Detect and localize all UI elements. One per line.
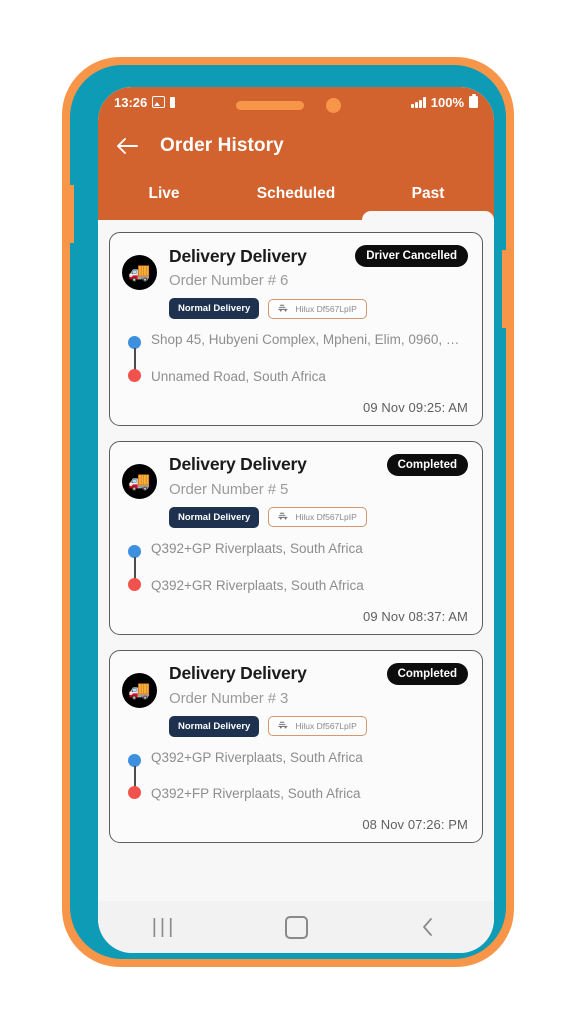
phone-body: 13:26 100% Order History Live Scheduled … (64, 65, 512, 959)
screenshot-icon (152, 96, 166, 108)
order-number: Order Number # 6 (169, 272, 289, 289)
route-line (133, 348, 136, 370)
order-title: Delivery Delivery (169, 663, 307, 683)
sim-icon (170, 96, 176, 108)
power-button[interactable] (502, 250, 512, 328)
pickup-address: Shop 45, Hubyeni Complex, Mpheni, Elim, … (151, 332, 468, 347)
vehicle-label: Hilux Df567LpIP (295, 512, 357, 523)
route-rail (128, 544, 142, 591)
truck-side-icon (278, 721, 289, 731)
phone-notch (200, 92, 376, 118)
order-chips: Normal Delivery Hilux Df567LpIP (169, 506, 468, 528)
vehicle-label: Hilux Df567LpIP (295, 721, 357, 731)
order-card-top: 🚚 Delivery Delivery Completed Order Numb… (122, 662, 468, 737)
order-card-top: 🚚 Delivery Delivery Completed Order Numb… (122, 453, 468, 528)
order-card[interactable]: 🚚 Delivery Delivery Driver Cancelled Ord… (109, 232, 483, 426)
order-title-line: Delivery Delivery Completed (169, 453, 468, 476)
tab-past[interactable]: Past (362, 168, 494, 220)
signal-icon (411, 96, 426, 108)
dropoff-address: Q392+FP Riverplaats, South Africa (151, 786, 361, 802)
delivery-truck-icon: 🚚 (122, 672, 157, 708)
pickup-address: Q392+GP Riverplaats, South Africa (151, 540, 363, 556)
status-bar-right: 100% (411, 93, 478, 110)
tab-bar: Live Scheduled Past (98, 168, 494, 220)
order-title: Delivery Delivery (169, 245, 307, 266)
route-rail (128, 753, 142, 800)
status-badge: Completed (386, 662, 468, 685)
recents-glyph: ||| (151, 915, 177, 938)
status-bar-left: 13:26 (114, 94, 176, 110)
vehicle-chip: Hilux Df567LpIP (268, 507, 367, 528)
phone-frame: 13:26 100% Order History Live Scheduled … (62, 57, 514, 967)
dropoff-dot-icon (128, 786, 141, 800)
order-title: Delivery Delivery (169, 454, 307, 475)
status-badge: Driver Cancelled (355, 245, 468, 267)
tab-live[interactable]: Live (98, 168, 230, 220)
pickup-address: Q392+GP Riverplaats, South Africa (151, 749, 363, 765)
recents-icon[interactable]: ||| (136, 907, 192, 947)
phone-screen: 13:26 100% Order History Live Scheduled … (98, 87, 494, 953)
status-time: 13:26 (114, 94, 148, 110)
order-chips: Normal Delivery Hilux Df567LpIP (169, 715, 468, 737)
home-glyph (284, 915, 308, 939)
vehicle-chip: Hilux Df567LpIP (268, 298, 367, 319)
route-block: Shop 45, Hubyeni Complex, Mpheni, Elim, … (124, 332, 468, 386)
front-camera-icon (325, 97, 341, 113)
volume-button[interactable] (64, 185, 74, 243)
delivery-type-chip: Normal Delivery (169, 715, 260, 737)
tab-scheduled[interactable]: Scheduled (230, 168, 362, 220)
order-timestamp: 09 Nov 08:37: AM (363, 608, 468, 624)
route-rail (128, 336, 142, 382)
order-card-main: Delivery Delivery Completed Order Number… (157, 453, 468, 528)
page-title: Order History (160, 135, 284, 156)
status-badge: Completed (386, 453, 468, 476)
route-line (133, 765, 136, 788)
delivery-truck-icon: 🚚 (122, 463, 157, 499)
home-icon[interactable] (268, 907, 324, 947)
order-timestamp: 08 Nov 07:26: PM (362, 817, 468, 833)
order-list: 🚚 Delivery Delivery Driver Cancelled Ord… (98, 220, 494, 901)
order-title-line: Delivery Delivery Driver Cancelled (169, 245, 468, 267)
truck-side-icon (278, 304, 289, 314)
back-arrow-icon[interactable] (112, 131, 142, 161)
android-nav-bar: ||| (98, 901, 494, 953)
order-card-top: 🚚 Delivery Delivery Driver Cancelled Ord… (122, 245, 468, 319)
order-card-main: Delivery Delivery Driver Cancelled Order… (157, 245, 468, 319)
order-number: Order Number # 5 (169, 480, 289, 498)
dropoff-address: Unnamed Road, South Africa (151, 368, 326, 384)
truck-side-icon (278, 512, 289, 522)
dropoff-dot-icon (128, 577, 141, 591)
route-block: Q392+GP Riverplaats, South Africa Q392+F… (124, 750, 468, 804)
delivery-type-chip: Normal Delivery (169, 506, 260, 528)
back-nav-icon[interactable] (400, 907, 456, 947)
route-line (133, 556, 136, 579)
order-card-main: Delivery Delivery Completed Order Number… (157, 662, 468, 737)
speaker-grill-icon (235, 100, 304, 110)
dropoff-address: Q392+GR Riverplaats, South Africa (151, 577, 364, 593)
delivery-truck-icon: 🚚 (122, 255, 157, 290)
dropoff-dot-icon (128, 368, 141, 382)
title-row: Order History (98, 127, 494, 165)
order-card[interactable]: 🚚 Delivery Delivery Completed Order Numb… (109, 440, 483, 635)
vehicle-label: Hilux Df567LpIP (295, 303, 357, 314)
order-chips: Normal Delivery Hilux Df567LpIP (169, 298, 468, 319)
order-timestamp: 09 Nov 09:25: AM (363, 399, 468, 415)
order-card[interactable]: 🚚 Delivery Delivery Completed Order Numb… (109, 649, 483, 844)
route-block: Q392+GP Riverplaats, South Africa Q392+G… (124, 541, 468, 595)
battery-percent-label: 100% (430, 94, 464, 110)
vehicle-chip: Hilux Df567LpIP (268, 716, 367, 736)
order-number: Order Number # 3 (169, 689, 289, 707)
delivery-type-chip: Normal Delivery (169, 298, 260, 319)
battery-icon (469, 93, 478, 108)
order-title-line: Delivery Delivery Completed (169, 662, 468, 685)
